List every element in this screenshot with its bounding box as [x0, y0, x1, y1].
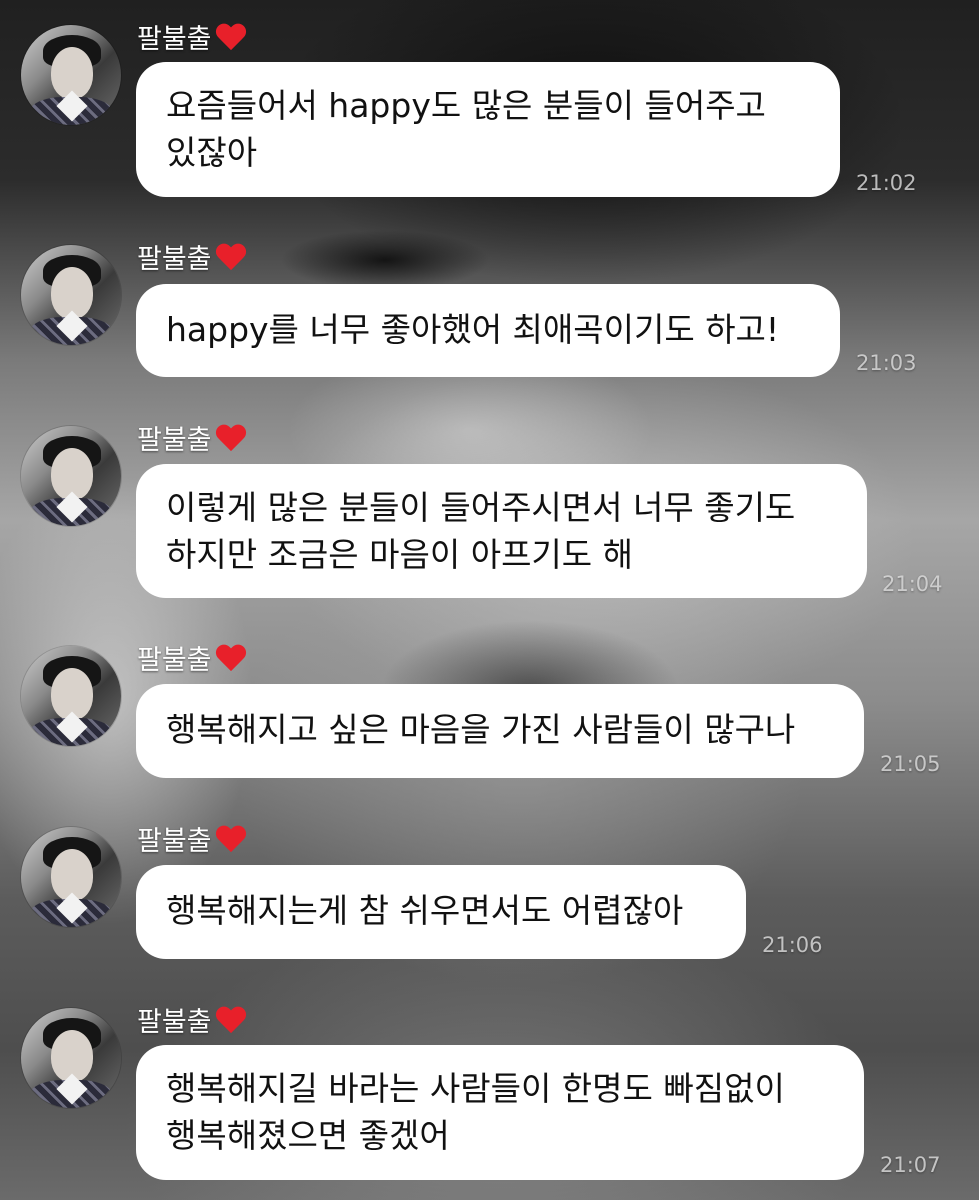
message-time: 21:03	[856, 351, 917, 375]
sender-name-row: 팔불출	[137, 1000, 246, 1039]
message-time: 21:06	[762, 933, 823, 957]
sender-avatar[interactable]	[21, 25, 121, 125]
heart-icon	[216, 1007, 246, 1035]
sender-name-row: 팔불출	[137, 17, 246, 56]
sender-avatar[interactable]	[21, 827, 121, 927]
sender-name-row: 팔불출	[137, 638, 246, 677]
message-line: 하지만 조금은 마음이 아프기도 해	[166, 535, 633, 574]
sender-name-row: 팔불출	[137, 819, 246, 858]
sender-name-row: 팔불출	[137, 418, 246, 457]
sender-name: 팔불출	[137, 24, 212, 55]
sender-name: 팔불출	[137, 425, 212, 456]
message-line: 이렇게 많은 분들이 들어주시면서 너무 좋기도	[166, 488, 796, 527]
background-photo-eye	[280, 230, 490, 290]
sender-name-row: 팔불출	[137, 237, 246, 276]
heart-icon	[216, 244, 246, 272]
heart-icon	[216, 425, 246, 453]
message-time: 21:07	[880, 1153, 941, 1177]
sender-avatar[interactable]	[21, 426, 121, 526]
sender-avatar[interactable]	[21, 646, 121, 746]
message-line: 요즘들어서 happy도 많은 분들이 들어주고	[166, 86, 766, 125]
sender-name: 팔불출	[137, 645, 212, 676]
message-time: 21:02	[856, 171, 917, 195]
message-line: 행복해지는게 참 쉬우면서도 어렵잖아	[166, 891, 684, 930]
sender-name: 팔불출	[137, 244, 212, 275]
message-bubble[interactable]: 행복해지길 바라는 사람들이 한명도 빠짐없이 행복해졌으면 좋겠어	[136, 1045, 864, 1180]
sender-avatar[interactable]	[21, 1008, 121, 1108]
sender-name: 팔불출	[137, 826, 212, 857]
message-bubble[interactable]: 요즘들어서 happy도 많은 분들이 들어주고 있잖아	[136, 62, 840, 197]
sender-avatar[interactable]	[21, 245, 121, 345]
message-bubble[interactable]: 행복해지고 싶은 마음을 가진 사람들이 많구나	[136, 684, 864, 778]
message-time: 21:04	[882, 572, 943, 596]
message-line: 행복해지고 싶은 마음을 가진 사람들이 많구나	[166, 710, 796, 749]
message-line: 행복해지길 바라는 사람들이 한명도 빠짐없이	[166, 1069, 785, 1108]
message-time: 21:05	[880, 752, 941, 776]
heart-icon	[216, 826, 246, 854]
message-line: 있잖아	[166, 133, 258, 172]
message-line: 행복해졌으면 좋겠어	[166, 1116, 450, 1155]
message-bubble[interactable]: happy를 너무 좋아했어 최애곡이기도 하고!	[136, 284, 840, 377]
message-bubble[interactable]: 행복해지는게 참 쉬우면서도 어렵잖아	[136, 865, 746, 959]
message-line: happy를 너무 좋아했어 최애곡이기도 하고!	[166, 310, 780, 349]
sender-name: 팔불출	[137, 1007, 212, 1038]
message-bubble[interactable]: 이렇게 많은 분들이 들어주시면서 너무 좋기도 하지만 조금은 마음이 아프기…	[136, 464, 867, 598]
heart-icon	[216, 645, 246, 673]
heart-icon	[216, 24, 246, 52]
